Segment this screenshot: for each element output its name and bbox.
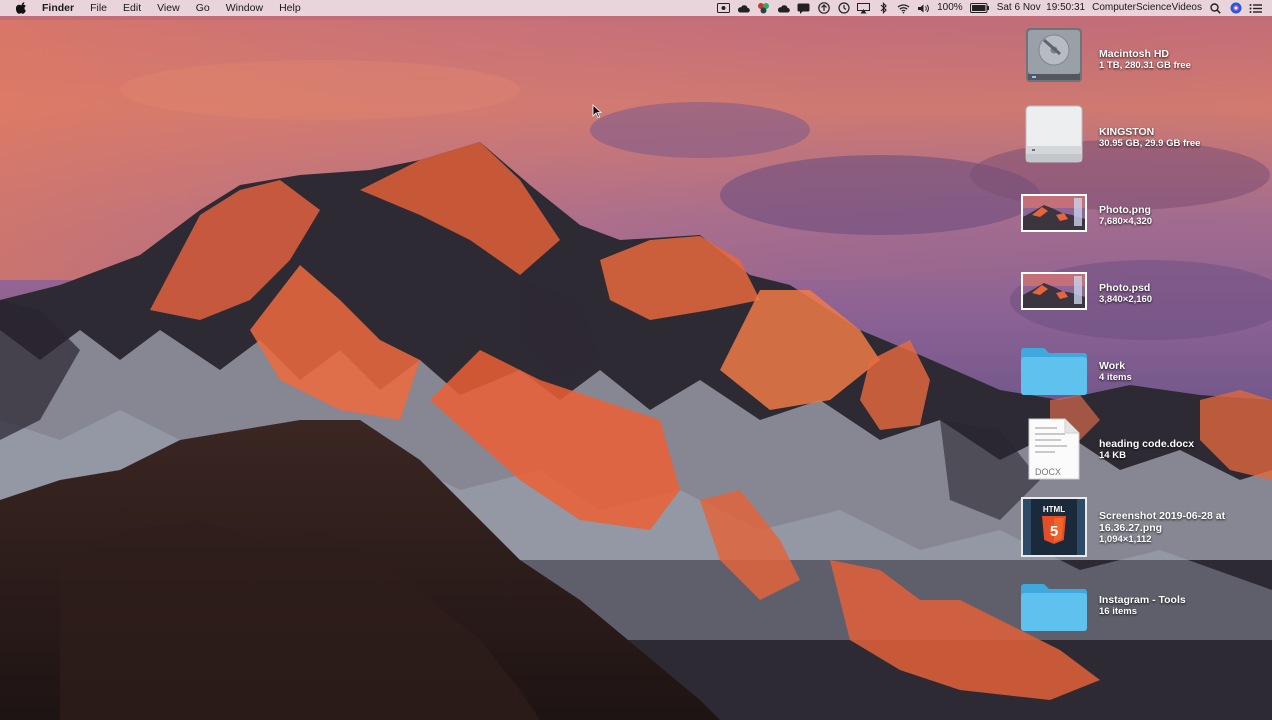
desktop-item-photo-psd[interactable]: Photo.psd 3,840×2,160 <box>1018 258 1268 328</box>
hard-drive-icon[interactable] <box>1018 22 1090 88</box>
item-info: 16 items <box>1099 606 1138 617</box>
html5-screenshot-icon[interactable]: HTML 5 <box>1018 494 1090 560</box>
menu-help[interactable]: Help <box>271 0 309 16</box>
folder-icon[interactable] <box>1018 338 1090 404</box>
wifi-icon[interactable] <box>897 2 910 14</box>
item-name: Photo.psd <box>1099 282 1151 294</box>
notification-center-icon[interactable] <box>1249 2 1262 14</box>
item-info: 14 KB <box>1099 450 1126 461</box>
external-drive-icon[interactable] <box>1018 100 1090 166</box>
menu-window[interactable]: Window <box>218 0 271 16</box>
app-menu-finder[interactable]: Finder <box>42 0 82 16</box>
item-info: 30.95 GB, 29.9 GB free <box>1099 138 1201 149</box>
app-icon[interactable] <box>757 2 770 14</box>
menu-view[interactable]: View <box>149 0 188 16</box>
airplay-icon[interactable] <box>857 2 871 14</box>
cloud-icon[interactable] <box>737 2 750 14</box>
volume-icon[interactable] <box>917 2 930 14</box>
desktop-item-screenshot-png[interactable]: HTML 5 Screenshot 2019-06-28 at 16.36.27… <box>1018 494 1268 564</box>
bluetooth-icon[interactable] <box>877 2 890 14</box>
folder-icon[interactable] <box>1018 574 1090 640</box>
user-account-menu[interactable]: ComputerScienceVideos <box>1092 0 1202 16</box>
html-badge: HTML <box>1043 505 1065 514</box>
chat-icon[interactable] <box>797 2 810 14</box>
docx-file-icon[interactable]: DOCX <box>1018 416 1090 482</box>
item-info: 1 TB, 280.31 GB free <box>1099 60 1191 71</box>
menu-bar: Finder File Edit View Go Window Help 100… <box>0 0 1272 16</box>
desktop-item-work-folder[interactable]: Work 4 items <box>1018 338 1268 408</box>
item-info: 1,094×1,112 <box>1099 534 1152 545</box>
item-name: Photo.png <box>1099 204 1151 216</box>
item-name: Work <box>1099 360 1126 372</box>
mouse-cursor-icon <box>592 104 602 118</box>
siri-icon[interactable] <box>1229 2 1242 14</box>
battery-icon[interactable] <box>969 2 990 14</box>
item-name: Instagram - Tools <box>1099 594 1186 606</box>
time-machine-icon[interactable] <box>837 2 850 14</box>
item-info: 7,680×4,320 <box>1099 216 1153 227</box>
item-name-line2: 16.36.27.png <box>1099 522 1163 534</box>
desktop-item-instagram-tools-folder[interactable]: Instagram - Tools 16 items <box>1018 574 1268 644</box>
svg-text:5: 5 <box>1050 523 1058 540</box>
item-info: 3,840×2,160 <box>1099 294 1153 305</box>
battery-percentage: 100% <box>937 2 963 13</box>
desktop-item-kingston[interactable]: KINGSTON 30.95 GB, 29.9 GB free <box>1018 100 1268 170</box>
desktop-item-photo-png[interactable]: Photo.png 7,680×4,320 <box>1018 180 1268 250</box>
upload-icon[interactable] <box>817 2 830 14</box>
item-info: 4 items <box>1099 372 1132 383</box>
screen-recorder-icon[interactable] <box>717 2 731 14</box>
desktop-item-macintosh-hd[interactable]: Macintosh HD 1 TB, 280.31 GB free <box>1018 22 1268 92</box>
docx-badge: DOCX <box>1035 467 1061 477</box>
item-name: Screenshot 2019-06-28 at <box>1099 510 1226 522</box>
menu-edit[interactable]: Edit <box>115 0 149 16</box>
item-name: heading code.docx <box>1099 438 1195 450</box>
item-name: KINGSTON <box>1099 126 1155 138</box>
apple-menu-icon[interactable] <box>0 2 42 14</box>
image-thumbnail-icon[interactable] <box>1018 180 1090 246</box>
status-area: 100% Sat 6 Nov 19:50:31 ComputerScienceV… <box>717 0 1272 16</box>
desktop-item-heading-code-docx[interactable]: DOCX heading code.docx 14 KB <box>1018 416 1268 486</box>
clock[interactable]: Sat 6 Nov 19:50:31 <box>997 0 1085 16</box>
menu-go[interactable]: Go <box>188 0 218 16</box>
menu-file[interactable]: File <box>82 0 115 16</box>
desktop[interactable]: Finder File Edit View Go Window Help 100… <box>0 0 1272 720</box>
image-thumbnail-icon[interactable] <box>1018 258 1090 324</box>
item-name: Macintosh HD <box>1099 48 1170 60</box>
spotlight-search-icon[interactable] <box>1209 2 1222 14</box>
cloud-icon[interactable] <box>777 2 790 14</box>
